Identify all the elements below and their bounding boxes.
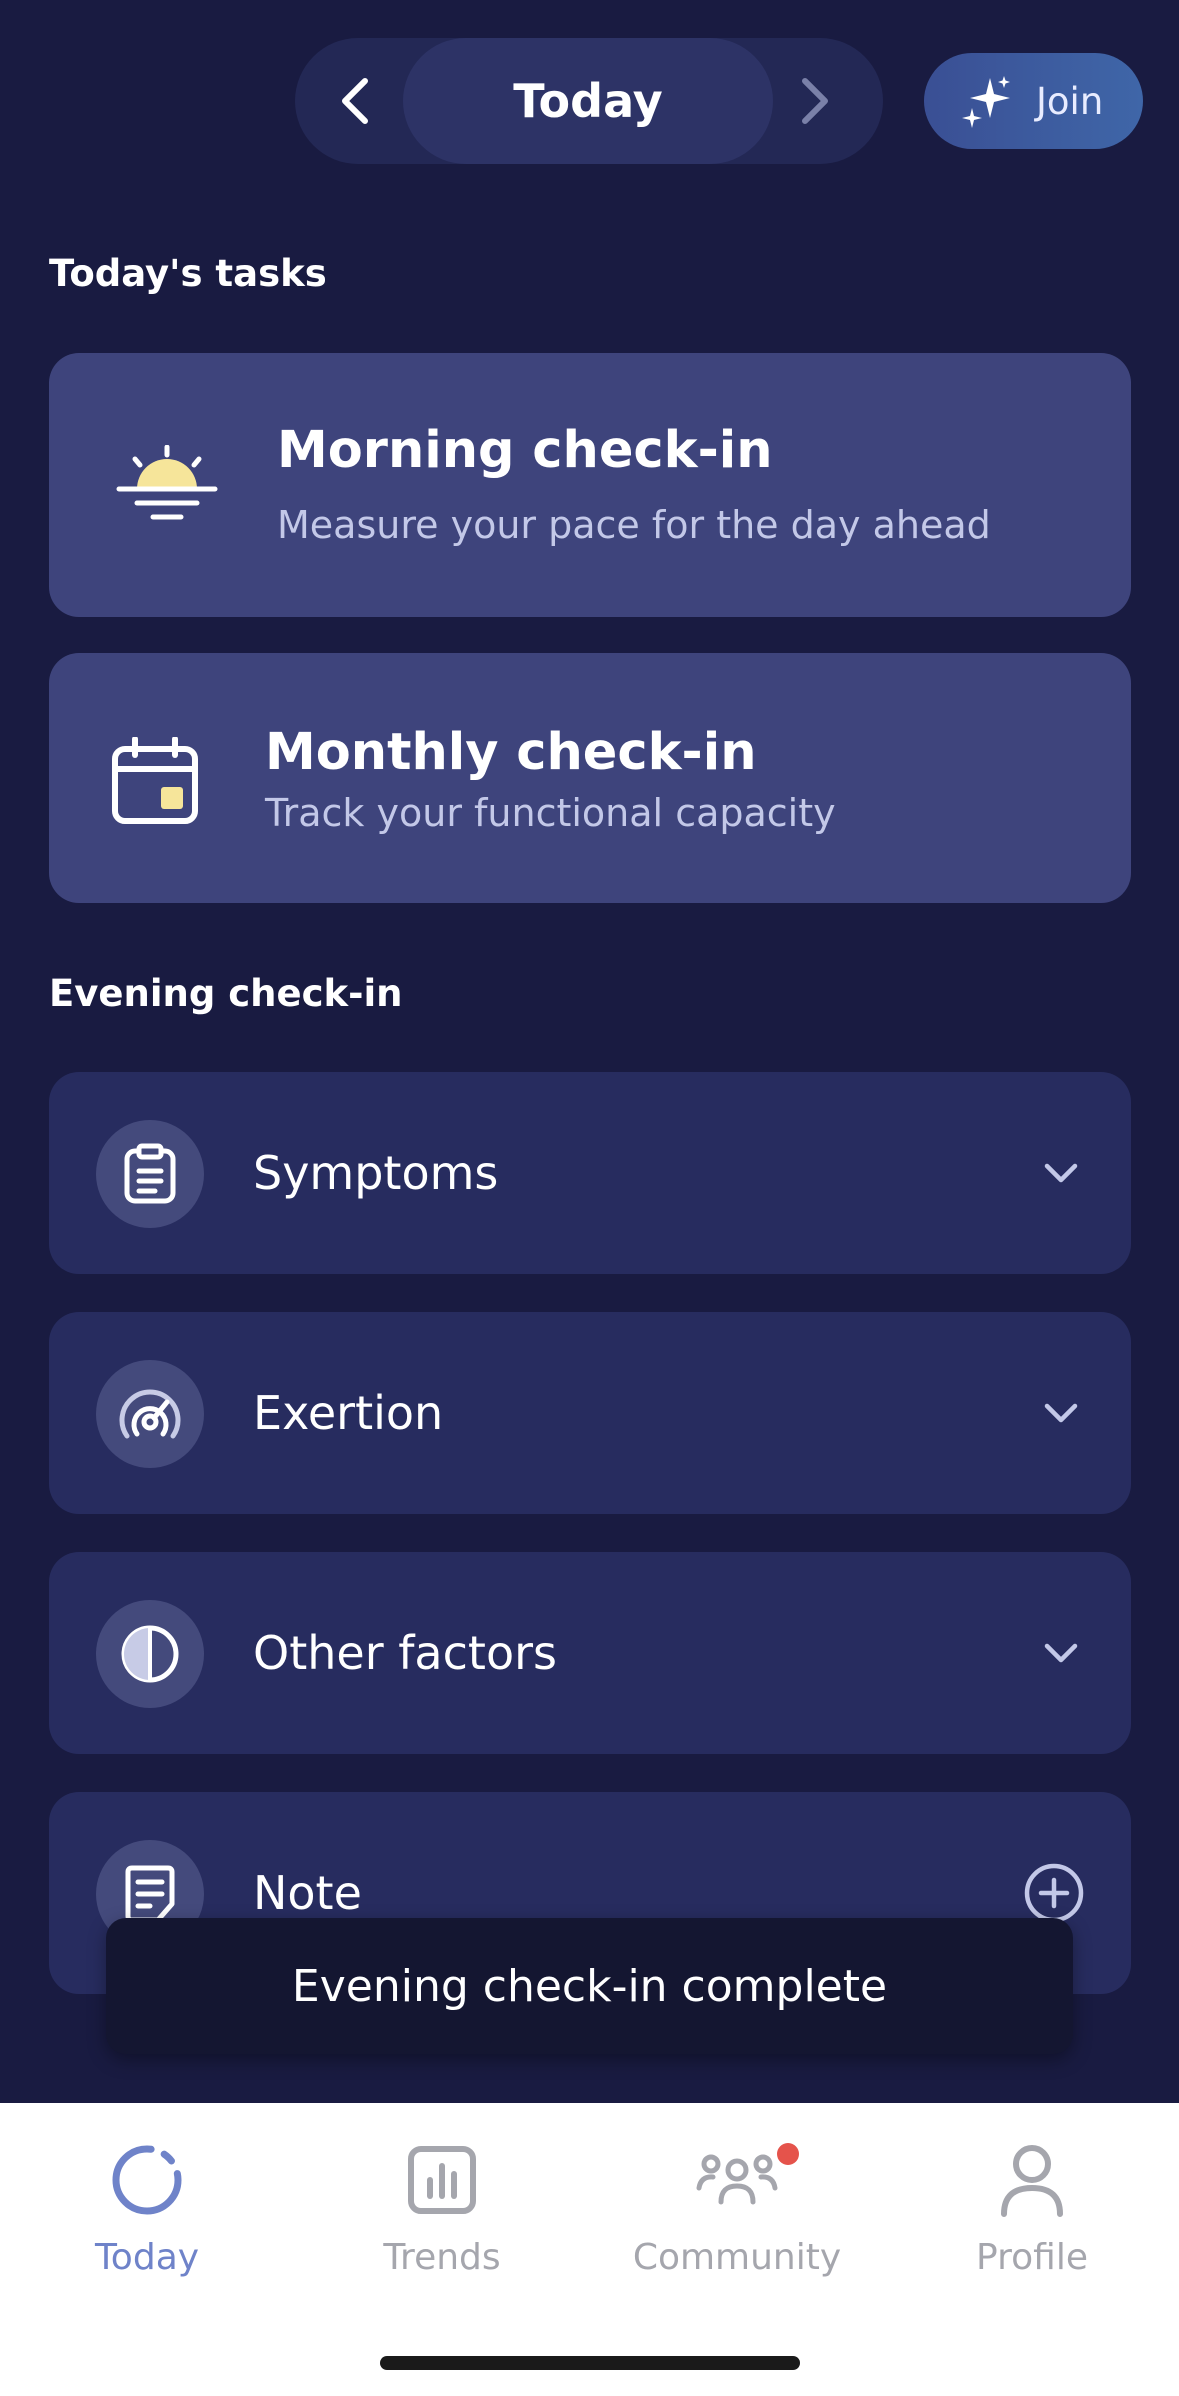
chevron-down-icon (1044, 1643, 1078, 1663)
exertion-accordion[interactable]: Exertion (49, 1312, 1131, 1514)
chevron-left-icon (342, 78, 368, 124)
tab-bar: Today Trends Community Profile (0, 2103, 1179, 2396)
bar-chart-icon (408, 2146, 476, 2214)
monthly-checkin-card[interactable]: Monthly check-in Track your functional c… (49, 653, 1131, 903)
notification-badge (777, 2143, 799, 2165)
other-factors-expand[interactable] (1043, 1552, 1079, 1754)
symptoms-expand[interactable] (1043, 1072, 1079, 1274)
join-label: Join (1036, 79, 1104, 123)
symptoms-icon-badge (96, 1120, 204, 1228)
previous-day-button[interactable] (305, 38, 405, 164)
tab-community-label: Community (632, 2237, 842, 2278)
person-icon (1001, 2145, 1063, 2217)
chevron-right-icon (802, 78, 828, 124)
note-icon (125, 1865, 175, 1923)
monthly-checkin-title: Monthly check-in (265, 723, 757, 782)
morning-checkin-subtitle: Measure your pace for the day ahead (277, 503, 991, 547)
symptoms-accordion[interactable]: Symptoms (49, 1072, 1131, 1274)
exertion-icon-badge (96, 1360, 204, 1468)
tab-today[interactable]: Today (17, 2135, 277, 2305)
plus-circle-icon (1024, 1863, 1084, 1923)
home-indicator (380, 2356, 800, 2370)
other-factors-icon-badge (96, 1600, 204, 1708)
evening-section-title: Evening check-in (49, 972, 403, 1015)
exertion-expand[interactable] (1043, 1312, 1079, 1514)
chevron-down-icon (1044, 1163, 1078, 1183)
monthly-checkin-subtitle: Track your functional capacity (265, 791, 836, 835)
chevron-down-icon (1044, 1403, 1078, 1423)
tab-trends-label: Trends (383, 2237, 501, 2278)
tab-today-label: Today (94, 2237, 200, 2278)
sunrise-icon (116, 445, 218, 520)
tab-profile[interactable]: Profile (902, 2135, 1162, 2305)
other-factors-accordion[interactable]: Other factors (49, 1552, 1131, 1754)
clipboard-icon (124, 1143, 176, 1204)
join-button[interactable]: Join (924, 53, 1143, 149)
toast-message: Evening check-in complete (106, 1918, 1073, 2054)
morning-checkin-title: Morning check-in (277, 421, 773, 480)
tasks-section-title: Today's tasks (49, 252, 327, 295)
next-day-button[interactable] (765, 38, 865, 164)
tab-trends[interactable]: Trends (312, 2135, 572, 2305)
tab-profile-label: Profile (976, 2237, 1088, 2278)
today-ring-icon (112, 2145, 182, 2215)
current-date-label[interactable]: Today (403, 38, 773, 164)
half-circle-icon (121, 1625, 179, 1683)
exertion-label: Exertion (253, 1386, 444, 1440)
people-icon (696, 2154, 778, 2205)
symptoms-label: Symptoms (253, 1146, 499, 1200)
gauge-icon (119, 1389, 181, 1439)
tab-community[interactable]: Community (607, 2135, 867, 2305)
calendar-icon (112, 737, 198, 824)
sparkles-icon (962, 76, 1010, 128)
date-navigator: Today (295, 38, 883, 164)
other-factors-label: Other factors (253, 1626, 557, 1680)
morning-checkin-card[interactable]: Morning check-in Measure your pace for t… (49, 353, 1131, 617)
